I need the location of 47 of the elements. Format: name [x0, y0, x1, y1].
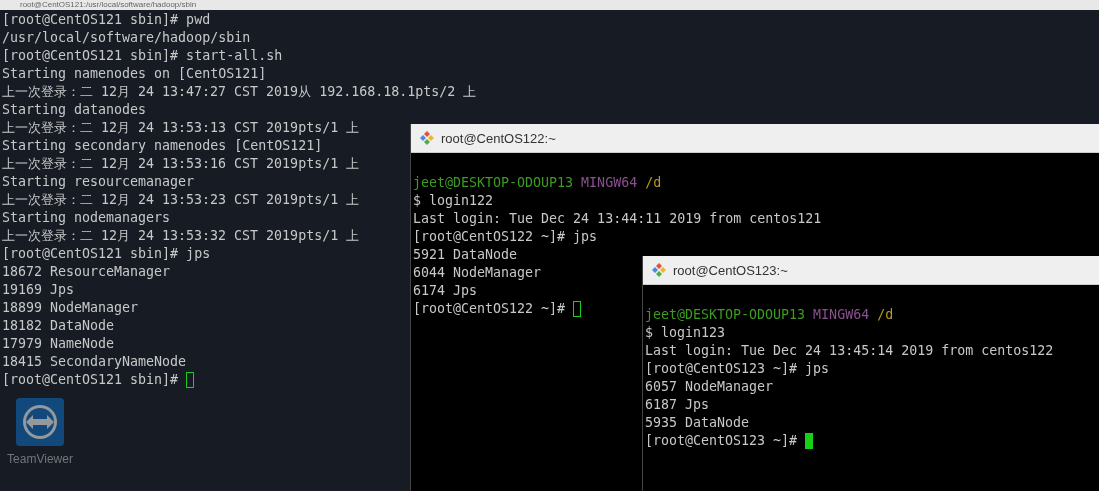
- shell-prompt: [root@CentOS122 ~]#: [413, 300, 566, 318]
- terminal-line: 18672 ResourceManager: [2, 263, 171, 281]
- terminal-line: Starting namenodes on [CentOS121]: [2, 65, 267, 83]
- terminal-line: 上一次登录：二 12月 24 13:53:16 CST 2019pts/1 上: [2, 155, 360, 173]
- terminal-line: $ login122: [413, 192, 494, 210]
- terminal-line: /usr/local/software/hadoop/sbin: [2, 29, 251, 47]
- terminal-line: 17979 NameNode: [2, 335, 115, 353]
- terminal-line: [root@CentOS123 ~]# jps: [645, 360, 830, 378]
- terminal-line: 6187 Jps: [645, 396, 710, 414]
- terminal-line: Starting datanodes: [2, 101, 147, 119]
- terminal-line: 5935 DataNode: [645, 414, 750, 432]
- terminal-line: 上一次登录：二 12月 24 13:53:23 CST 2019pts/1 上: [2, 191, 360, 209]
- current-path: /d: [877, 306, 894, 324]
- current-path: /d: [645, 174, 662, 192]
- user-host: jeet@DESKTOP-ODOUP13: [645, 306, 806, 324]
- terminal-line: Starting secondary namenodes [CentOS121]: [2, 137, 323, 155]
- shell-prompt: [root@CentOS121 sbin]#: [2, 371, 179, 389]
- window-title: root@CentOS122:~: [441, 130, 556, 146]
- terminal-line: Starting nodemanagers: [2, 209, 171, 227]
- user-host: jeet@DESKTOP-ODOUP13: [413, 174, 574, 192]
- terminal-line: Last login: Tue Dec 24 13:45:14 2019 from centos122: [645, 342, 1054, 360]
- desktop-icon-label[interactable]: TeamViewer: [7, 452, 73, 466]
- terminal-line: [root@CentOS122 ~]# jps: [413, 228, 598, 246]
- terminal-line: [root@CentOS121 sbin]# pwd: [2, 11, 211, 29]
- terminal-line: 上一次登录：二 12月 24 13:53:13 CST 2019pts/1 上: [2, 119, 360, 137]
- terminal-line: 18182 DataNode: [2, 317, 115, 335]
- terminal-line: Starting resourcemanager: [2, 173, 195, 191]
- terminal-line: 5921 DataNode: [413, 246, 518, 264]
- shell-name: MINGW64: [581, 174, 638, 192]
- shell-prompt: [root@CentOS123 ~]#: [645, 432, 798, 450]
- terminal-line: [root@CentOS121 sbin]# start-all.sh: [2, 47, 283, 65]
- terminal-line: 6057 NodeManager: [645, 378, 774, 396]
- terminal-line: $ login123: [645, 324, 726, 342]
- window-title: root@CentOS123:~: [673, 262, 788, 278]
- terminal-line: 18899 NodeManager: [2, 299, 139, 317]
- terminal-line: 19169 Jps: [2, 281, 75, 299]
- terminal-line: 18415 SecondaryNameNode: [2, 353, 187, 371]
- diamond-icon: [419, 130, 435, 146]
- terminal-line: 6044 NodeManager: [413, 264, 542, 282]
- shell-name: MINGW64: [813, 306, 870, 324]
- terminal-line: Last login: Tue Dec 24 13:44:11 2019 from centos121: [413, 210, 822, 228]
- diamond-icon: [651, 262, 667, 278]
- terminal-line: 上一次登录：二 12月 24 13:47:27 CST 2019从 192.168.18.1pts/2 上: [2, 83, 477, 101]
- terminal-line: 6174 Jps: [413, 282, 478, 300]
- window-title: root@CentOS121:/usr/local/software/hadoop/sbin: [20, 0, 197, 10]
- terminal-line: 上一次登录：二 12月 24 13:53:32 CST 2019pts/1 上: [2, 227, 360, 245]
- terminal-line: [root@CentOS121 sbin]# jps: [2, 245, 211, 263]
